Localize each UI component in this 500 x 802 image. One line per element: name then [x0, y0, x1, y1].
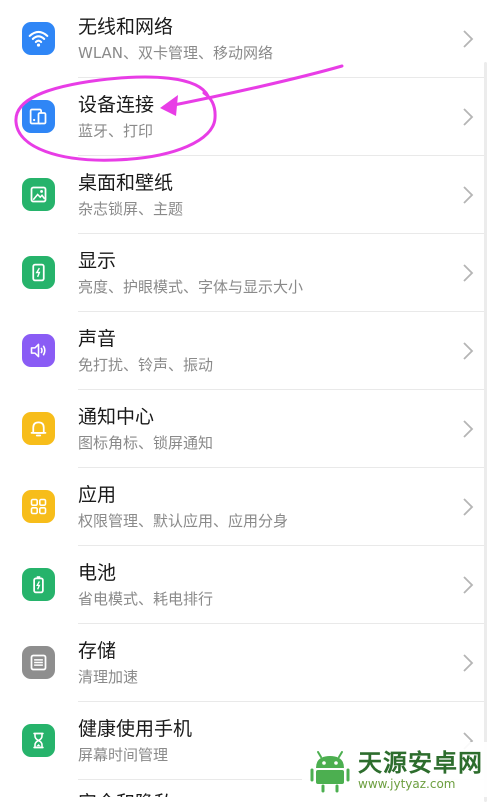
- chevron-right-icon: [463, 576, 474, 594]
- chevron-right-icon: [463, 186, 474, 204]
- item-title: 电池: [78, 562, 117, 584]
- settings-item-storage[interactable]: 存储 清理加速: [0, 624, 500, 702]
- chevron-right-icon: [463, 342, 474, 360]
- item-subtitle: 杂志锁屏、主题: [78, 200, 184, 218]
- storage-icon: [22, 646, 55, 679]
- item-subtitle: 图标角标、锁屏通知: [78, 434, 214, 452]
- item-subtitle: 清理加速: [78, 668, 139, 686]
- item-title: 显示: [78, 250, 117, 272]
- item-subtitle: 权限管理、默认应用、应用分身: [78, 512, 289, 530]
- item-title: 无线和网络: [78, 16, 174, 38]
- battery-icon: [22, 568, 55, 601]
- item-subtitle: 屏幕时间管理: [78, 746, 169, 764]
- item-title: 声音: [78, 328, 117, 350]
- settings-item-partial-title: 安全和隐私: [78, 788, 173, 797]
- chevron-right-icon: [463, 30, 474, 48]
- chevron-right-icon: [463, 420, 474, 438]
- settings-item-desktop-wallpaper[interactable]: 桌面和壁纸 杂志锁屏、主题: [0, 156, 500, 234]
- item-title: 设备连接: [78, 94, 155, 116]
- settings-item-display[interactable]: 显示 亮度、护眼模式、字体与显示大小: [0, 234, 500, 312]
- wifi-icon: [22, 22, 55, 55]
- settings-item-notification-center[interactable]: 通知中心 图标角标、锁屏通知: [0, 390, 500, 468]
- settings-item-device-connection[interactable]: 设备连接 蓝牙、打印: [0, 78, 500, 156]
- item-subtitle: 免打扰、铃声、振动: [78, 356, 214, 374]
- item-subtitle: 省电模式、耗电排行: [78, 590, 214, 608]
- chevron-right-icon: [463, 108, 474, 126]
- android-robot-logo-icon: [310, 750, 350, 792]
- device-connection-icon: [22, 100, 55, 133]
- chevron-right-icon: [463, 498, 474, 516]
- item-subtitle: 蓝牙、打印: [78, 122, 154, 140]
- chevron-right-icon: [463, 654, 474, 672]
- watermark-url: www.jytyaz.com: [358, 776, 456, 791]
- hourglass-icon: [22, 724, 55, 757]
- item-title: 存储: [78, 640, 117, 662]
- scrollbar[interactable]: [484, 62, 487, 802]
- item-title: 应用: [78, 484, 117, 506]
- wallpaper-icon: [22, 178, 55, 211]
- settings-item-sound[interactable]: 声音 免打扰、铃声、振动: [0, 312, 500, 390]
- settings-item-apps[interactable]: 应用 权限管理、默认应用、应用分身: [0, 468, 500, 546]
- chevron-right-icon: [463, 264, 474, 282]
- item-subtitle: 亮度、护眼模式、字体与显示大小: [78, 278, 304, 296]
- item-title: 通知中心: [78, 406, 155, 428]
- settings-list: 无线和网络 WLAN、双卡管理、移动网络 设备连接 蓝牙、打印 桌面和壁纸 杂志…: [0, 0, 500, 780]
- item-subtitle: WLAN、双卡管理、移动网络: [78, 44, 274, 62]
- sound-icon: [22, 334, 55, 367]
- settings-item-battery[interactable]: 电池 省电模式、耗电排行: [0, 546, 500, 624]
- item-title: 健康使用手机: [78, 718, 193, 740]
- watermark-name: 天源安卓网: [358, 748, 483, 777]
- item-title: 桌面和壁纸: [78, 172, 174, 194]
- watermark: 天源安卓网 www.jytyaz.com: [302, 742, 500, 797]
- settings-item-wireless-network[interactable]: 无线和网络 WLAN、双卡管理、移动网络: [0, 0, 500, 78]
- notification-bell-icon: [22, 412, 55, 445]
- display-icon: [22, 256, 55, 289]
- apps-grid-icon: [22, 490, 55, 523]
